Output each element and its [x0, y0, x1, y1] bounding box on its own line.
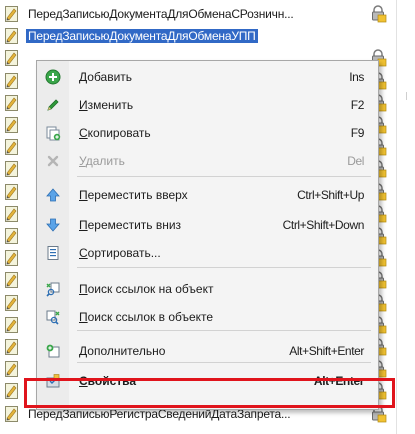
document-edit-icon [5, 117, 19, 133]
menu-item-label: Поиск ссылок на объект [79, 282, 214, 296]
menu-item-label: Скопировать [79, 126, 151, 140]
add-icon [45, 69, 61, 85]
document-edit-icon [5, 72, 19, 89]
menu-item-sort[interactable]: Сортировать... [37, 239, 378, 267]
tree-row[interactable]: ПередЗаписьюДокументаДляОбменаСРозничн..… [0, 3, 395, 25]
right-panel-edge [396, 0, 415, 434]
menu-separator [77, 176, 371, 177]
find-refs-in-icon [45, 309, 61, 325]
document-edit-icon [5, 6, 19, 22]
document-edit-icon [5, 250, 19, 267]
menu-item-copy[interactable]: Скопировать F9 [37, 119, 378, 147]
arrow-up-icon [45, 187, 61, 203]
document-edit-icon [5, 183, 19, 200]
document-edit-icon [5, 94, 19, 111]
menu-item-label: Изменить [79, 98, 134, 112]
tree-row[interactable]: ПередЗаписьюДокументаДляОбменаУПП [0, 25, 395, 47]
menu-item-shortcut: Ctrl+Shift+Up [297, 188, 364, 202]
menu-item-shortcut: Del [347, 154, 364, 168]
menu-item-label: Сортировать... [79, 246, 161, 260]
menu-item-edit[interactable]: Изменить F2 [37, 91, 378, 119]
document-edit-icon [5, 28, 19, 45]
context-menu: Добавить Ins Изменить F2 Скопировать F9 Удалит… [36, 60, 379, 410]
menu-item-move-up[interactable]: Переместить вверх Ctrl+Shift+Up [37, 181, 378, 209]
delete-icon [45, 153, 61, 169]
menu-item-shortcut: F9 [350, 126, 365, 140]
tree-row-label: ПередЗаписьюДокументаДляОбменаСРозничн..… [28, 7, 294, 21]
menu-item-move-down[interactable]: Переместить вниз Ctrl+Shift+Down [37, 211, 378, 239]
tree-row-label: ПередЗаписьюДокументаДляОбменаУПП [26, 29, 258, 44]
menu-item-label: Переместить вниз [79, 218, 182, 232]
document-edit-icon [5, 405, 19, 422]
menu-item-shortcut: F2 [350, 98, 365, 112]
menu-item-label: Добавить [79, 70, 133, 84]
pencil-icon [45, 97, 61, 113]
menu-item-delete[interactable]: Удалить Del [37, 147, 378, 175]
document-edit-icon [5, 339, 19, 355]
document-edit-icon [5, 228, 19, 244]
menu-item-label: Дополнительно [79, 344, 166, 358]
menu-item-shortcut: Ctrl+Shift+Down [282, 218, 365, 232]
menu-item-label: Переместить вверх [79, 188, 188, 202]
document-edit-icon [5, 383, 19, 400]
document-edit-icon [5, 316, 19, 333]
document-edit-icon [5, 361, 19, 378]
more-icon [45, 343, 61, 359]
document-edit-icon [5, 272, 19, 289]
arrow-down-icon [45, 217, 61, 233]
properties-highlight-frame [24, 378, 395, 408]
menu-item-find-refs-to-object[interactable]: Поиск ссылок на объект [37, 275, 378, 303]
menu-item-add[interactable]: Добавить Ins [37, 63, 378, 91]
menu-item-label: Поиск ссылок в объекте [79, 310, 214, 324]
menu-item-shortcut: Ins [349, 70, 364, 84]
menu-item-label: Удалить [79, 154, 125, 168]
document-edit-icon [5, 161, 19, 178]
sort-icon [45, 245, 61, 261]
menu-item-find-refs-in-object[interactable]: Поиск ссылок в объекте [37, 303, 378, 331]
document-edit-icon [5, 139, 19, 156]
menu-item-shortcut: Alt+Shift+Enter [289, 344, 364, 358]
document-edit-icon [5, 205, 19, 222]
menu-separator [77, 267, 371, 268]
document-edit-icon [5, 50, 19, 67]
menu-item-more[interactable]: Дополнительно Alt+Shift+Enter [37, 337, 378, 365]
panel-tick [406, 92, 407, 100]
find-refs-to-icon [45, 281, 61, 297]
document-edit-icon [5, 294, 19, 311]
lock-icon [371, 5, 387, 23]
copy-icon [45, 125, 61, 141]
